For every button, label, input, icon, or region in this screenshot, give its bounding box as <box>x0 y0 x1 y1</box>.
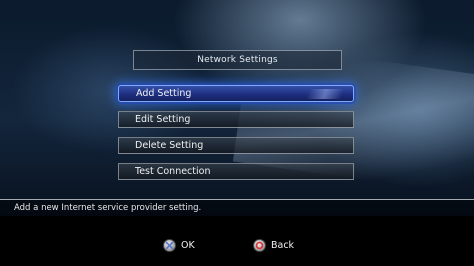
help-text: Add a new Internet service provider sett… <box>14 203 202 213</box>
menu-item-label: Edit Setting <box>135 114 191 125</box>
menu-item-edit-setting[interactable]: Edit Setting <box>118 111 354 128</box>
menu-item-label: Test Connection <box>135 166 211 177</box>
menu-item-delete-setting[interactable]: Delete Setting <box>118 137 354 154</box>
help-bar: Add a new Internet service provider sett… <box>0 199 474 217</box>
back-button[interactable]: Back <box>253 239 294 252</box>
cross-button-icon <box>163 239 176 252</box>
button-guide-bar <box>0 216 474 266</box>
page-title-text: Network Settings <box>197 55 278 65</box>
menu-item-test-connection[interactable]: Test Connection <box>118 163 354 180</box>
menu-item-label: Add Setting <box>136 88 192 99</box>
ok-label: OK <box>181 240 195 251</box>
selection-highlight-streak <box>305 89 345 99</box>
menu-item-label: Delete Setting <box>135 140 204 151</box>
menu-item-add-setting[interactable]: Add Setting <box>118 85 354 102</box>
page-title: Network Settings <box>133 50 342 70</box>
back-label: Back <box>271 240 295 251</box>
circle-button-icon <box>253 239 266 252</box>
ok-button[interactable]: OK <box>163 239 195 252</box>
